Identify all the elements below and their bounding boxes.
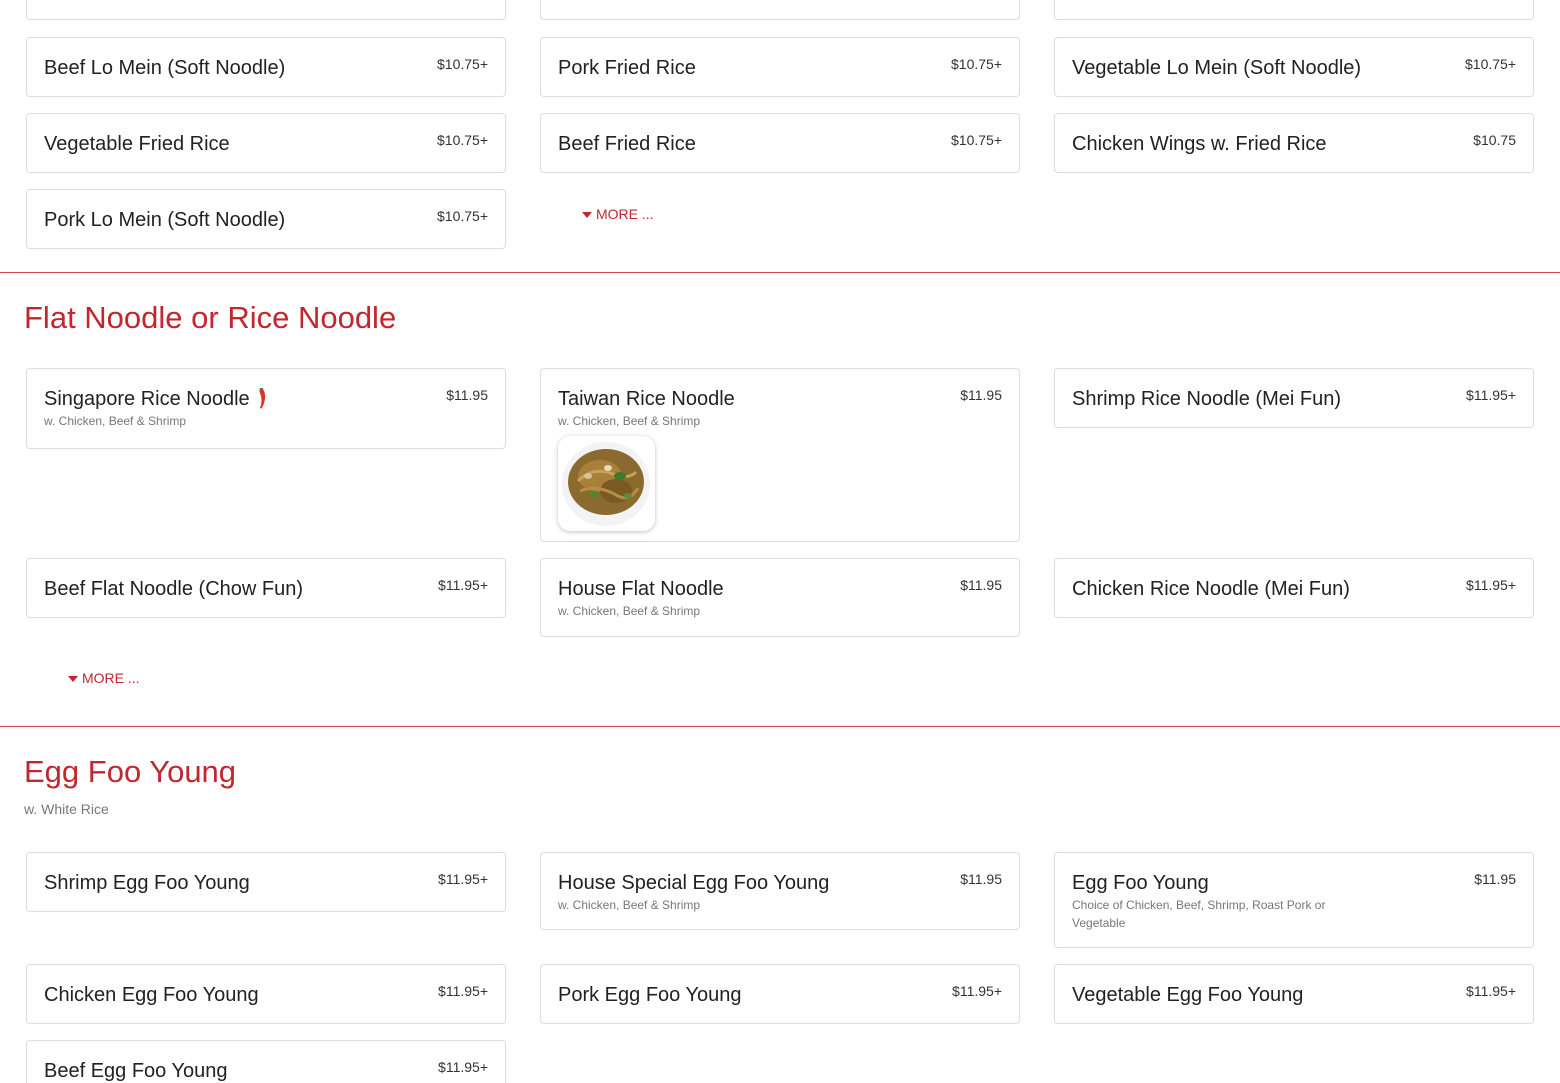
menu-item-price: $11.95+: [438, 1059, 488, 1075]
menu-item-name: Vegetable Fried Rice: [44, 133, 230, 155]
menu-item-price: $11.95+: [438, 871, 488, 887]
menu-item-name: House Flat Noodle: [558, 578, 724, 600]
menu-item-name: Singapore Rice Noodle: [44, 388, 250, 410]
menu-item-card[interactable]: [540, 0, 1020, 20]
menu-item-price: $11.95+: [438, 983, 488, 999]
more-link[interactable]: MORE ...: [68, 670, 140, 686]
menu-item-name: Shrimp Rice Noodle (Mei Fun): [1072, 388, 1341, 410]
menu-item-description: w. Chicken, Beef & Shrimp: [558, 414, 701, 428]
section-subtitle: w. White Rice: [24, 801, 109, 817]
menu-item-card[interactable]: Egg Foo Young $11.95 Choice of Chicken, …: [1054, 852, 1534, 948]
menu-item-card[interactable]: Beef Flat Noodle (Chow Fun) $11.95+: [26, 558, 506, 618]
menu-item-name: Beef Fried Rice: [558, 133, 696, 155]
menu-item-price: $11.95: [960, 577, 1002, 593]
menu-item-price: $10.75+: [951, 132, 1002, 148]
menu-item-price: $11.95+: [952, 983, 1002, 999]
menu-item-card[interactable]: Beef Lo Mein (Soft Noodle) $10.75+: [26, 37, 506, 97]
menu-item-card[interactable]: Shrimp Rice Noodle (Mei Fun) $11.95+: [1054, 368, 1534, 428]
menu-item-name: Chicken Wings w. Fried Rice: [1072, 133, 1327, 155]
menu-item-card[interactable]: Chicken Egg Foo Young $11.95+: [26, 964, 506, 1024]
menu-item-price: $11.95+: [1466, 577, 1516, 593]
menu-item-name: Taiwan Rice Noodle: [558, 388, 735, 410]
menu-item-price: $10.75+: [437, 208, 488, 224]
menu-item-name: Vegetable Egg Foo Young: [1072, 984, 1304, 1006]
menu-item-card[interactable]: [1054, 0, 1534, 20]
menu-item-name: Vegetable Lo Mein (Soft Noodle): [1072, 57, 1362, 79]
more-label: MORE ...: [82, 670, 140, 686]
caret-down-icon: [582, 211, 592, 218]
more-label: MORE ...: [596, 206, 654, 222]
menu-item-card[interactable]: House Special Egg Foo Young $11.95 w. Ch…: [540, 852, 1020, 930]
menu-item-description: w. Chicken, Beef & Shrimp: [558, 898, 701, 912]
section-divider: [0, 272, 1560, 273]
menu-item-card[interactable]: Pork Lo Mein (Soft Noodle) $10.75+: [26, 189, 506, 249]
chili-pepper-icon: [259, 387, 265, 409]
menu-item-card[interactable]: Chicken Wings w. Fried Rice $10.75: [1054, 113, 1534, 173]
menu-item-name: Beef Lo Mein (Soft Noodle): [44, 57, 286, 79]
menu-item-description: Choice of Chicken, Beef, Shrimp, Roast P…: [1072, 898, 1326, 930]
menu-item-name: Beef Flat Noodle (Chow Fun): [44, 578, 304, 600]
menu-item-card[interactable]: Pork Egg Foo Young $11.95+: [540, 964, 1020, 1024]
section-divider: [0, 726, 1560, 727]
menu-item-card[interactable]: Vegetable Lo Mein (Soft Noodle) $10.75+: [1054, 37, 1534, 97]
section-title: Egg Foo Young: [24, 754, 237, 789]
menu-item-price: $10.75+: [951, 56, 1002, 72]
menu-item-card[interactable]: Vegetable Fried Rice $10.75+: [26, 113, 506, 173]
menu-item-card[interactable]: Beef Egg Foo Young $11.95+: [26, 1040, 506, 1083]
more-link[interactable]: MORE ...: [582, 206, 654, 222]
menu-item-price: $10.75+: [1465, 56, 1516, 72]
section-title: Flat Noodle or Rice Noodle: [24, 300, 397, 335]
menu-item-price: $11.95: [446, 387, 488, 403]
menu-item-price: $10.75+: [437, 132, 488, 148]
menu-item-name: House Special Egg Foo Young: [558, 872, 830, 894]
menu-item-name: Pork Lo Mein (Soft Noodle): [44, 209, 286, 231]
menu-item-price: $11.95: [1474, 871, 1516, 887]
menu-item-name: Chicken Rice Noodle (Mei Fun): [1072, 578, 1350, 600]
menu-item-price: $11.95: [960, 387, 1002, 403]
menu-item-card[interactable]: Singapore Rice Noodle $11.95 w. Chicken,…: [26, 368, 506, 449]
menu-item-name: Chicken Egg Foo Young: [44, 984, 259, 1006]
menu-item-price: $11.95+: [438, 577, 488, 593]
menu-item-card[interactable]: Beef Fried Rice $10.75+: [540, 113, 1020, 173]
menu-item-name: Egg Foo Young: [1072, 872, 1209, 894]
menu-item-name: Beef Egg Foo Young: [44, 1060, 228, 1082]
menu-item-price: $11.95+: [1466, 983, 1516, 999]
menu-item-price: $11.95+: [1466, 387, 1516, 403]
menu-item-price: $10.75+: [437, 56, 488, 72]
noodle-dish-image: [562, 442, 650, 526]
menu-item-card[interactable]: [26, 0, 506, 20]
menu-item-price: $11.95: [960, 871, 1002, 887]
menu-item-name: Pork Egg Foo Young: [558, 984, 742, 1006]
menu-item-photo[interactable]: [558, 436, 655, 531]
menu-item-name: Pork Fried Rice: [558, 57, 696, 79]
menu-item-card[interactable]: Pork Fried Rice $10.75+: [540, 37, 1020, 97]
menu-item-card[interactable]: Chicken Rice Noodle (Mei Fun) $11.95+: [1054, 558, 1534, 618]
menu-item-card[interactable]: Taiwan Rice Noodle $11.95 w. Chicken, Be…: [540, 368, 1020, 542]
menu-item-name: Shrimp Egg Foo Young: [44, 872, 250, 894]
menu-item-card[interactable]: Vegetable Egg Foo Young $11.95+: [1054, 964, 1534, 1024]
menu-item-card[interactable]: Shrimp Egg Foo Young $11.95+: [26, 852, 506, 912]
menu-item-description: w. Chicken, Beef & Shrimp: [44, 414, 187, 428]
caret-down-icon: [68, 675, 78, 682]
menu-item-card[interactable]: House Flat Noodle $11.95 w. Chicken, Bee…: [540, 558, 1020, 637]
menu-item-price: $10.75: [1473, 132, 1516, 148]
menu-item-description: w. Chicken, Beef & Shrimp: [558, 604, 701, 618]
